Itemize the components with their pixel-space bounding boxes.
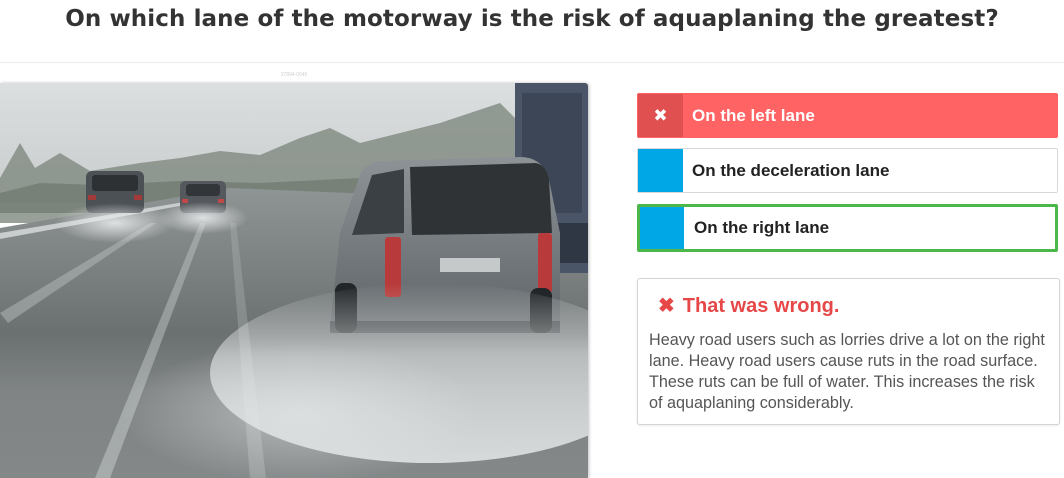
answer-label: On the right lane: [694, 218, 830, 237]
question-title: On which lane of the motorway is the ris…: [65, 6, 999, 32]
close-cross-icon: ✖: [658, 295, 675, 317]
answer-option-deceleration-lane[interactable]: On the deceleration lane: [637, 148, 1058, 193]
question-header: On which lane of the motorway is the ris…: [0, 0, 1064, 63]
feedback-title-text: That was wrong.: [682, 295, 840, 317]
photo-caption: 37894-0045: [280, 72, 308, 78]
answer-label: On the left lane: [692, 106, 815, 125]
answer-option-right-lane[interactable]: On the right lane: [637, 204, 1058, 252]
answer-label: On the deceleration lane: [692, 161, 890, 180]
motorway-rain-photo: [0, 83, 588, 478]
feedback-title: ✖ That was wrong.: [658, 293, 839, 319]
answer-marker: [638, 149, 683, 192]
feedback-explanation: Heavy road users such as lorries drive a…: [649, 331, 1045, 412]
answer-option-left-lane[interactable]: ✖ On the left lane: [637, 93, 1058, 138]
question-photo: [0, 83, 588, 478]
answer-marker: [640, 207, 684, 249]
feedback-panel: ✖ That was wrong. Heavy road users such a…: [637, 278, 1060, 425]
wrong-mark-icon: ✖: [638, 94, 683, 137]
